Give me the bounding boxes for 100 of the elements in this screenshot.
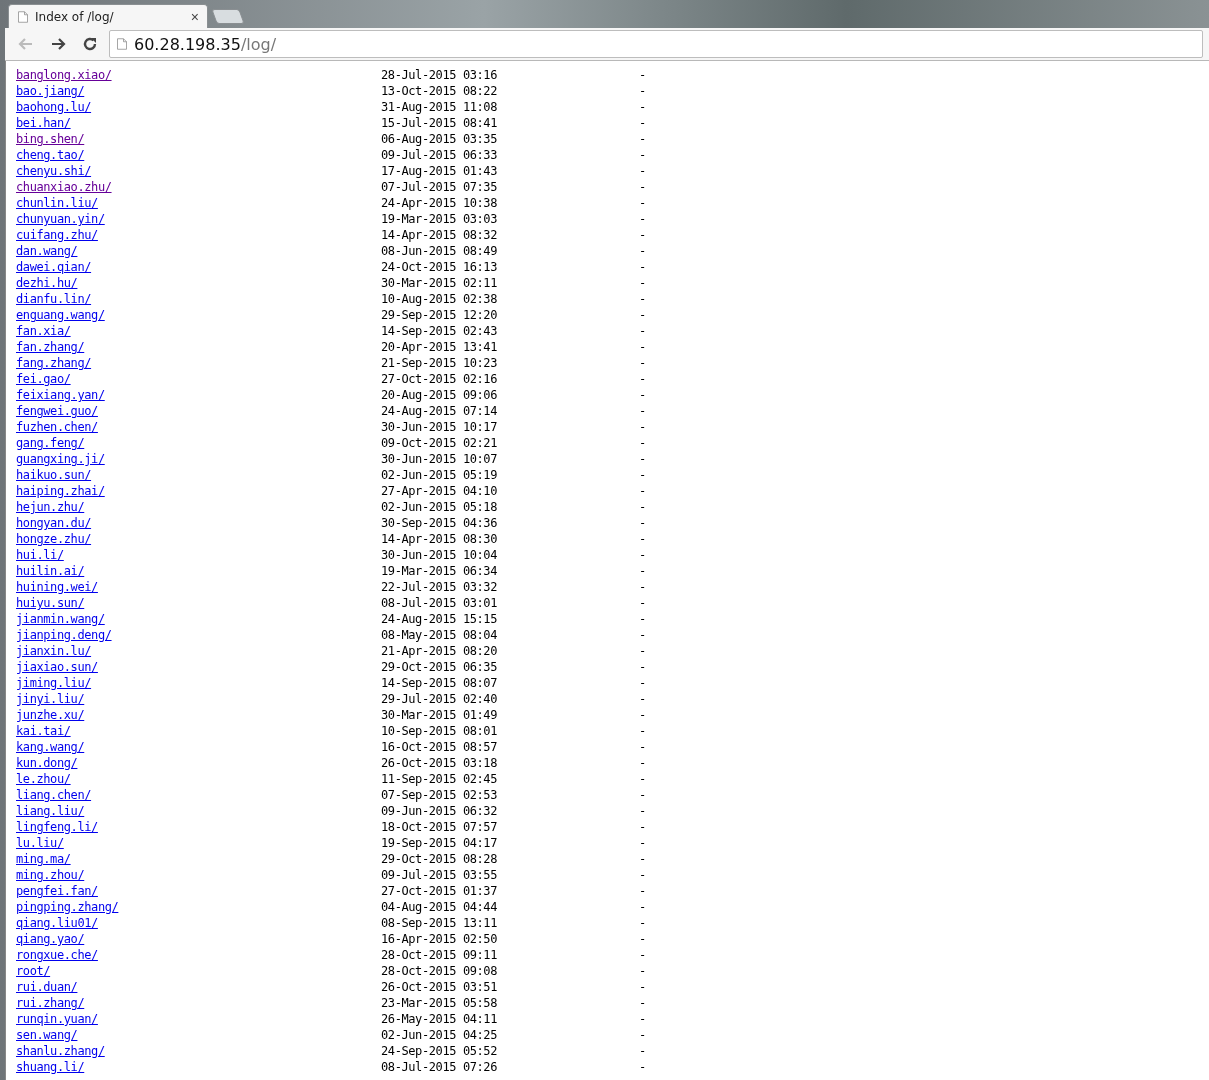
modified-date: 23-Mar-2015 05:58 [381, 996, 498, 1010]
modified-date: 09-Jul-2015 06:33 [381, 148, 498, 162]
directory-link[interactable]: jiming.liu/ [16, 676, 92, 690]
directory-link[interactable]: junzhe.xu/ [16, 708, 85, 722]
address-bar[interactable]: 60.28.198.35/log/ [109, 30, 1203, 58]
directory-link[interactable]: hongyan.du/ [16, 516, 92, 530]
directory-link[interactable]: guangxing.ji/ [16, 452, 105, 466]
directory-link[interactable]: hui.li/ [16, 548, 64, 562]
directory-link[interactable]: enguang.wang/ [16, 308, 105, 322]
directory-link[interactable]: bei.han/ [16, 116, 71, 130]
directory-link[interactable]: lu.liu/ [16, 836, 64, 850]
directory-link[interactable]: fan.xia/ [16, 324, 71, 338]
directory-link[interactable]: bing.shen/ [16, 132, 85, 146]
size-text: - [639, 772, 646, 786]
directory-link[interactable]: huiyu.sun/ [16, 596, 85, 610]
directory-link[interactable]: jianping.deng/ [16, 628, 112, 642]
directory-link[interactable]: lingfeng.li/ [16, 820, 98, 834]
size-text: - [639, 964, 646, 978]
directory-link[interactable]: cheng.tao/ [16, 148, 85, 162]
directory-link[interactable]: cuifang.zhu/ [16, 228, 98, 242]
directory-link[interactable]: dianfu.lin/ [16, 292, 92, 306]
browser-tab[interactable]: Index of /log/ × [8, 4, 208, 28]
directory-link[interactable]: huining.wei/ [16, 580, 98, 594]
directory-link[interactable]: dan.wang/ [16, 244, 78, 258]
modified-date: 16-Apr-2015 02:50 [381, 932, 498, 946]
directory-link[interactable]: kun.dong/ [16, 756, 78, 770]
directory-link[interactable]: qiang.yao/ [16, 932, 85, 946]
directory-link[interactable]: chenyu.shi/ [16, 164, 92, 178]
directory-link[interactable]: runqin.yuan/ [16, 1012, 98, 1026]
size-text: - [639, 724, 646, 738]
modified-date: 28-Oct-2015 09:08 [381, 964, 498, 978]
directory-link[interactable]: chunlin.liu/ [16, 196, 98, 210]
modified-date: 13-Oct-2015 08:22 [381, 84, 498, 98]
size-text: - [639, 100, 646, 114]
modified-date: 30-Mar-2015 02:11 [381, 276, 498, 290]
reload-icon [82, 36, 98, 52]
directory-link[interactable]: haiping.zhai/ [16, 484, 105, 498]
directory-link[interactable]: chunyuan.yin/ [16, 212, 105, 226]
close-button[interactable]: × [190, 8, 199, 25]
directory-link[interactable]: jinyi.liu/ [16, 692, 85, 706]
directory-link[interactable]: haikuo.sun/ [16, 468, 92, 482]
modified-date: 26-May-2015 04:11 [381, 1012, 498, 1026]
directory-link[interactable]: jianmin.wang/ [16, 612, 105, 626]
size-text: - [639, 212, 646, 226]
size-text: - [639, 916, 646, 930]
modified-date: 24-Aug-2015 15:15 [381, 612, 498, 626]
directory-link[interactable]: banglong.xiao/ [16, 68, 112, 82]
directory-link[interactable]: fei.gao/ [16, 372, 71, 386]
directory-link[interactable]: ming.ma/ [16, 852, 71, 866]
size-text: - [639, 996, 646, 1010]
directory-link[interactable]: chuanxiao.zhu/ [16, 180, 112, 194]
directory-link[interactable]: kang.wang/ [16, 740, 85, 754]
size-text: - [639, 244, 646, 258]
directory-link[interactable]: dezhi.hu/ [16, 276, 78, 290]
directory-link[interactable]: fuzhen.chen/ [16, 420, 98, 434]
directory-link[interactable]: feixiang.yan/ [16, 388, 105, 402]
directory-link[interactable]: baohong.lu/ [16, 100, 92, 114]
directory-link[interactable]: hejun.zhu/ [16, 500, 85, 514]
size-text: - [639, 84, 646, 98]
directory-link[interactable]: jiaxiao.sun/ [16, 660, 98, 674]
forward-icon [50, 36, 66, 52]
directory-link[interactable]: root/ [16, 964, 51, 978]
modified-date: 24-Sep-2015 05:52 [381, 1044, 498, 1058]
directory-link[interactable]: gang.feng/ [16, 436, 85, 450]
directory-link[interactable]: ming.zhou/ [16, 868, 85, 882]
directory-link[interactable]: hongze.zhu/ [16, 532, 92, 546]
directory-link[interactable]: sen.wang/ [16, 1028, 78, 1042]
modified-date: 14-Sep-2015 08:07 [381, 676, 498, 690]
directory-link[interactable]: rui.duan/ [16, 980, 78, 994]
directory-link[interactable]: shanlu.zhang/ [16, 1044, 105, 1058]
directory-link[interactable]: dawei.qian/ [16, 260, 92, 274]
size-text: - [639, 836, 646, 850]
directory-link[interactable]: fengwei.guo/ [16, 404, 98, 418]
directory-link[interactable]: fan.zhang/ [16, 340, 85, 354]
directory-link[interactable]: kai.tai/ [16, 724, 71, 738]
size-text: - [639, 276, 646, 290]
directory-link[interactable]: qiang.liu01/ [16, 916, 98, 930]
directory-link[interactable]: le.zhou/ [16, 772, 71, 786]
back-icon [18, 36, 34, 52]
directory-link[interactable]: shuang.li/ [16, 1060, 85, 1074]
directory-link[interactable]: liang.liu/ [16, 804, 85, 818]
directory-link[interactable]: fang.zhang/ [16, 356, 92, 370]
address-host: 60.28.198.35 [134, 34, 241, 54]
size-text: - [639, 68, 646, 82]
directory-link[interactable]: rui.zhang/ [16, 996, 85, 1010]
modified-date: 27-Oct-2015 01:37 [381, 884, 498, 898]
directory-link[interactable]: huilin.ai/ [16, 564, 85, 578]
size-text: - [639, 900, 646, 914]
size-text: - [639, 116, 646, 130]
new-tab-button[interactable] [211, 9, 245, 24]
modified-date: 09-Jun-2015 06:32 [381, 804, 498, 818]
directory-link[interactable]: jianxin.lu/ [16, 644, 92, 658]
directory-link[interactable]: bao.jiang/ [16, 84, 85, 98]
size-text: - [639, 452, 646, 466]
directory-link[interactable]: pingping.zhang/ [16, 900, 119, 914]
size-text: - [639, 500, 646, 514]
directory-link[interactable]: liang.chen/ [16, 788, 92, 802]
directory-link[interactable]: rongxue.che/ [16, 948, 98, 962]
size-text: - [639, 564, 646, 578]
directory-link[interactable]: pengfei.fan/ [16, 884, 98, 898]
